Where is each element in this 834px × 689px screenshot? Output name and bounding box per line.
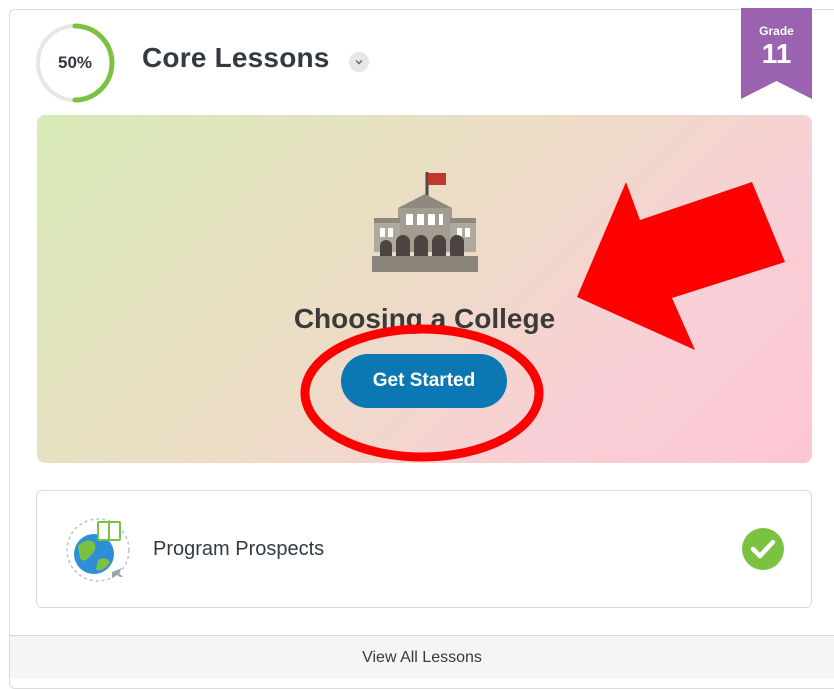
featured-lesson-card (37, 115, 812, 463)
view-all-lessons-link[interactable]: View All Lessons (10, 635, 834, 679)
grade-number: 11 (761, 38, 792, 69)
chevron-down-icon[interactable] (349, 52, 369, 72)
checkmark-icon (742, 528, 784, 570)
progress-percent: 50% (57, 53, 93, 72)
college-building-icon (372, 172, 478, 272)
lesson-title: Choosing a College (293, 303, 556, 334)
grade-label: Grade (759, 24, 794, 38)
globe-book-icon (66, 518, 130, 582)
get-started-button[interactable]: Get Started (341, 354, 507, 408)
lesson-item-label: Program Prospects (153, 538, 325, 560)
section-title: Core Lessons (142, 42, 330, 73)
